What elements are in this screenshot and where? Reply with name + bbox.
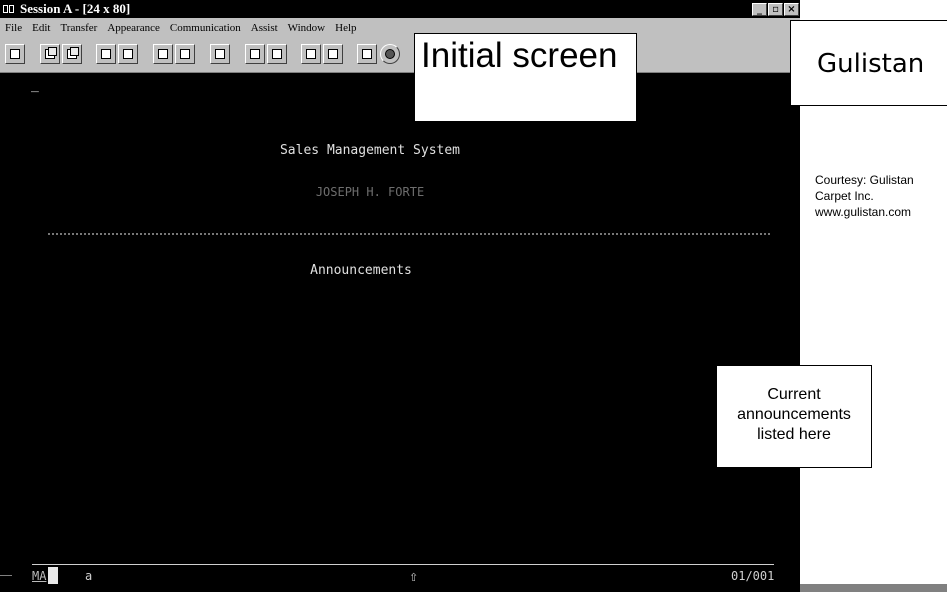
paste-icon[interactable] bbox=[62, 44, 82, 64]
menu-file[interactable]: File bbox=[0, 22, 27, 34]
system-title: Sales Management System bbox=[279, 143, 460, 158]
maximize-button[interactable]: ▫ bbox=[768, 2, 783, 16]
menu-help[interactable]: Help bbox=[330, 22, 361, 34]
display-icon[interactable] bbox=[153, 44, 173, 64]
receive-icon[interactable] bbox=[118, 44, 138, 64]
company-callout: Gulistan bbox=[790, 20, 947, 106]
play-icon[interactable] bbox=[301, 44, 321, 64]
minimize-button[interactable]: _ bbox=[752, 2, 767, 16]
toolbar bbox=[0, 37, 800, 73]
cursor-position: 01/001 bbox=[731, 569, 775, 583]
stop-icon[interactable] bbox=[323, 44, 343, 64]
callout-line: listed here bbox=[757, 426, 831, 443]
slide-bottom-band bbox=[800, 584, 947, 592]
courtesy-line: Courtesy: Gulistan bbox=[815, 173, 914, 187]
menu-bar: File Edit Transfer Appearance Communicat… bbox=[0, 18, 800, 37]
initial-screen-callout: Initial screen bbox=[414, 33, 637, 122]
courtesy-note: Courtesy: Gulistan Carpet Inc. www.gulis… bbox=[815, 172, 947, 220]
current-announcements-callout: Current announcements listed here bbox=[716, 365, 872, 468]
terminal-screen[interactable]: _ Sales Management System JOSEPH H. FORT… bbox=[0, 73, 800, 592]
menu-transfer[interactable]: Transfer bbox=[55, 22, 102, 34]
callout-line: announcements bbox=[737, 406, 851, 423]
shift-icon: ⇧ bbox=[409, 567, 419, 585]
text-cursor: _ bbox=[31, 78, 39, 93]
status-block-cursor bbox=[48, 567, 58, 584]
settings-icon[interactable] bbox=[175, 44, 195, 64]
window-controls: _ ▫ × bbox=[752, 2, 799, 16]
menu-window[interactable]: Window bbox=[283, 22, 330, 34]
mode-indicator: MA bbox=[32, 569, 47, 583]
notes-icon[interactable] bbox=[357, 44, 377, 64]
globe-icon[interactable] bbox=[380, 44, 400, 64]
dotted-divider bbox=[48, 233, 770, 235]
copy-icon[interactable] bbox=[40, 44, 60, 64]
menu-assist[interactable]: Assist bbox=[246, 22, 283, 34]
record-icon[interactable] bbox=[267, 44, 287, 64]
operator-status-bar: MA a ⇧ 01/001 bbox=[0, 567, 800, 589]
print-icon[interactable] bbox=[5, 44, 25, 64]
macro-icon[interactable] bbox=[245, 44, 265, 64]
emulator-window: Session A - [24 x 80] _ ▫ × File Edit Tr… bbox=[0, 0, 800, 592]
system-menu-icon[interactable] bbox=[3, 3, 17, 15]
edit-icon[interactable] bbox=[210, 44, 230, 64]
status-divider bbox=[32, 564, 774, 565]
title-bar: Session A - [24 x 80] _ ▫ × bbox=[0, 0, 800, 18]
announcements-heading: Announcements bbox=[310, 263, 412, 278]
close-button[interactable]: × bbox=[784, 2, 799, 16]
menu-appearance[interactable]: Appearance bbox=[102, 22, 165, 34]
user-name: JOSEPH H. FORTE bbox=[315, 185, 425, 199]
courtesy-link: www.gulistan.com bbox=[815, 205, 912, 219]
callout-line: Current bbox=[767, 386, 821, 403]
send-icon[interactable] bbox=[96, 44, 116, 64]
menu-edit[interactable]: Edit bbox=[27, 22, 55, 34]
slide-left-tick bbox=[0, 575, 12, 576]
menu-communication[interactable]: Communication bbox=[165, 22, 246, 34]
courtesy-line: Carpet Inc. bbox=[815, 189, 874, 203]
window-title: Session A - [24 x 80] bbox=[20, 1, 131, 16]
field-indicator: a bbox=[85, 569, 93, 583]
